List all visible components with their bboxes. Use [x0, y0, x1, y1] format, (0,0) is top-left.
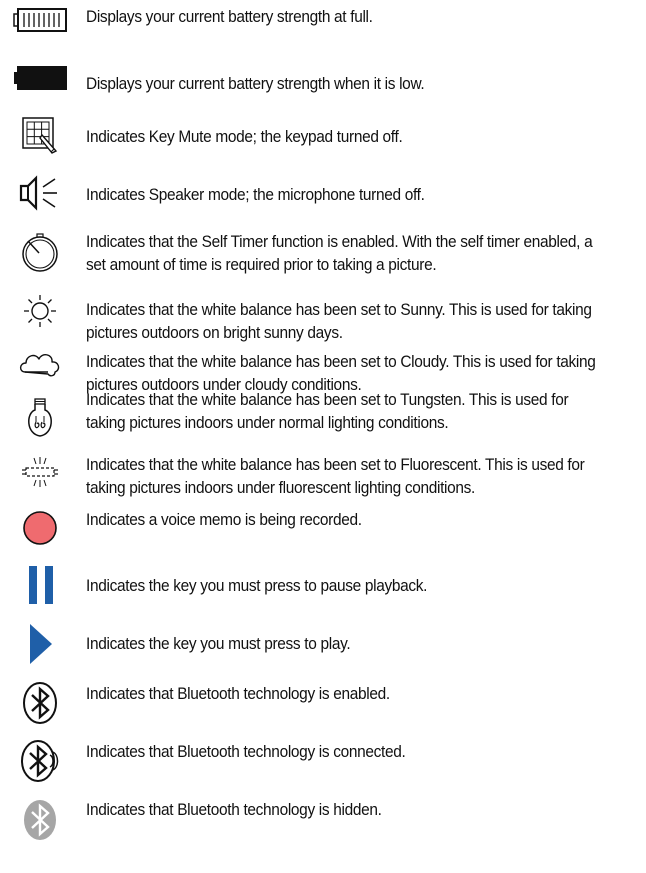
voice-memo-record-icon	[0, 508, 80, 548]
list-item: Indicates the key you must press to paus…	[0, 562, 646, 610]
list-item: Indicates that Bluetooth technology is c…	[0, 736, 646, 786]
cloudy-icon	[0, 338, 80, 388]
list-item: Indicates that the white balance has bee…	[0, 336, 646, 394]
item-description: Indicates Speaker mode; the microphone t…	[86, 185, 425, 204]
play-icon	[0, 622, 80, 666]
sunny-icon	[0, 286, 80, 336]
item-description: Displays your current battery strength w…	[86, 74, 425, 93]
battery-low-icon	[0, 62, 80, 94]
fluorescent-icon	[0, 446, 80, 498]
bluetooth-connected-icon	[0, 736, 80, 786]
list-item: Indicates a voice memo is being recorded…	[0, 504, 646, 552]
list-item: Indicates Key Mute mode; the keypad turn…	[0, 110, 646, 160]
key-mute-icon	[0, 112, 80, 158]
battery-full-icon	[0, 4, 80, 36]
item-description: Indicates Key Mute mode; the keypad turn…	[86, 127, 403, 146]
list-item: Indicates that Bluetooth technology is e…	[0, 678, 646, 728]
list-item: Indicates that the Self Timer function i…	[0, 226, 646, 280]
item-description: Indicates that Bluetooth technology is h…	[86, 800, 382, 819]
speaker-mode-icon	[0, 170, 80, 216]
list-item: Displays your current battery strength a…	[0, 0, 646, 40]
bluetooth-hidden-icon	[0, 796, 80, 844]
item-description: Indicates that the white balance has bee…	[86, 390, 569, 432]
item-description: Indicates that Bluetooth technology is e…	[86, 684, 390, 703]
item-description: Displays your current battery strength a…	[86, 7, 373, 26]
bluetooth-enabled-icon	[0, 678, 80, 728]
list-item: Displays your current battery strength w…	[0, 58, 646, 98]
tungsten-icon	[0, 392, 80, 446]
item-description: Indicates the key you must press to play…	[86, 634, 351, 653]
self-timer-icon	[0, 228, 80, 278]
list-item: Indicates Speaker mode; the microphone t…	[0, 168, 646, 218]
item-description: Indicates that the Self Timer function i…	[86, 232, 593, 274]
list-item: Indicates that the white balance has bee…	[0, 390, 646, 448]
list-item: Indicates that the white balance has bee…	[0, 284, 646, 342]
item-description: Indicates that the white balance has bee…	[86, 455, 585, 497]
list-item: Indicates that Bluetooth technology is h…	[0, 794, 646, 846]
item-description: Indicates that Bluetooth technology is c…	[86, 742, 406, 761]
item-description: Indicates a voice memo is being recorded…	[86, 510, 362, 529]
pause-icon	[0, 564, 80, 608]
item-description: Indicates the key you must press to paus…	[86, 576, 428, 595]
list-item: Indicates that the white balance has bee…	[0, 444, 646, 500]
list-item: Indicates the key you must press to play…	[0, 620, 646, 668]
